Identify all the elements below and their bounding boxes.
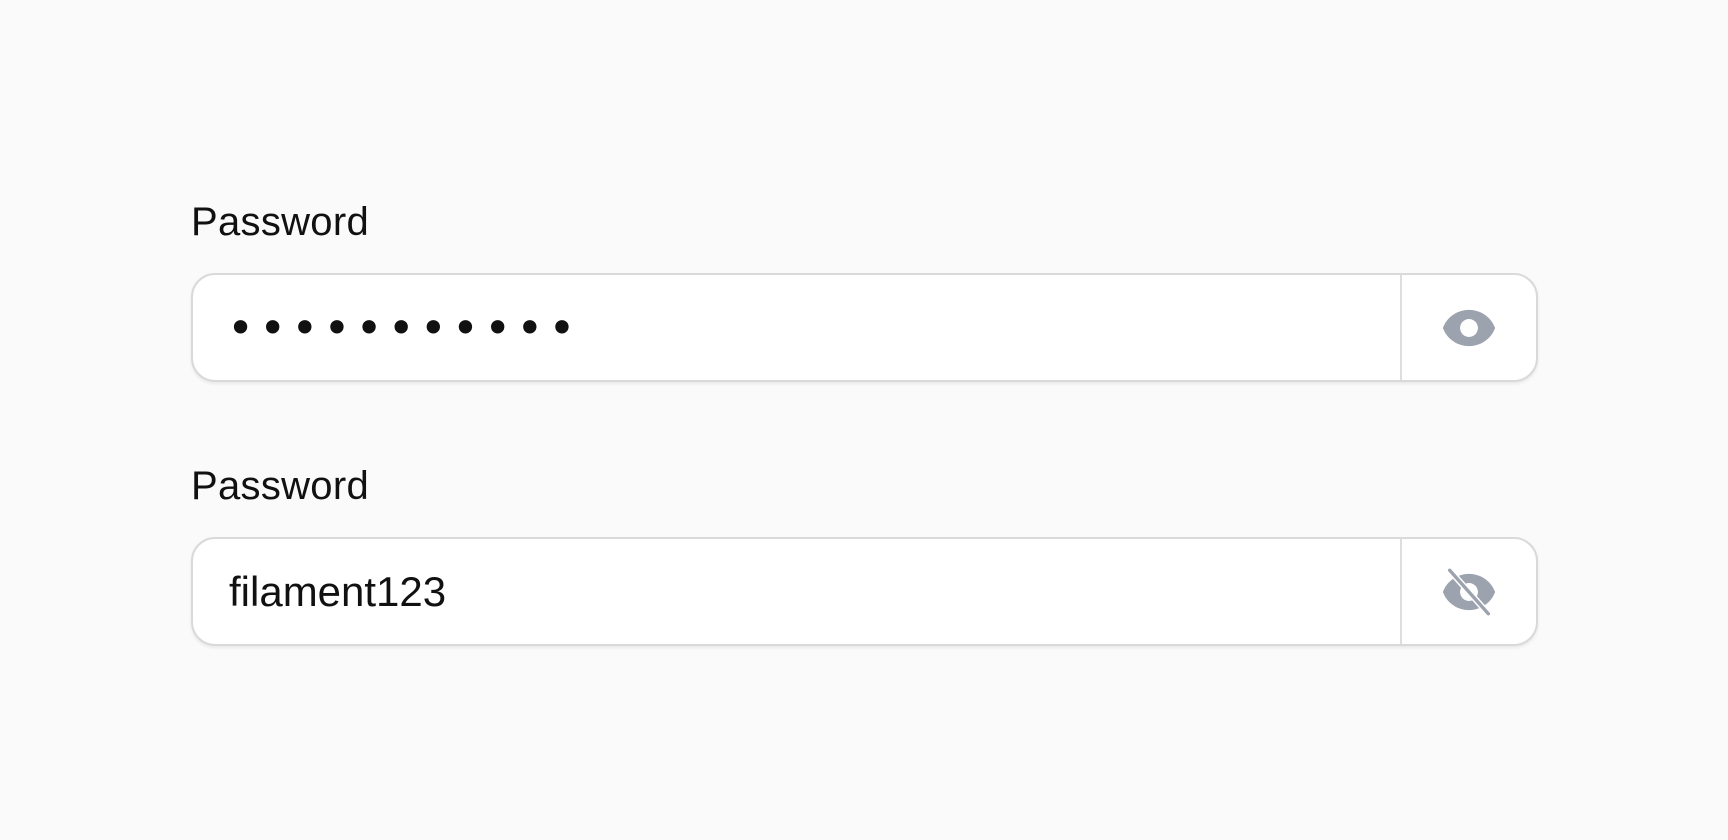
eye-icon (1440, 299, 1498, 357)
password-field-masked: Password ••••••••••• (191, 196, 1538, 382)
password-input-wrapper: filament123 (191, 537, 1538, 646)
password-input-wrapper: ••••••••••• (191, 273, 1538, 382)
hide-password-button[interactable] (1400, 539, 1536, 644)
password-field-revealed: Password filament123 (191, 460, 1538, 646)
password-label: Password (191, 200, 370, 244)
eye-slash-icon (1440, 563, 1498, 621)
password-input[interactable]: filament123 (193, 539, 1400, 644)
password-label: Password (191, 464, 370, 508)
show-password-button[interactable] (1400, 275, 1536, 380)
password-input[interactable]: ••••••••••• (193, 275, 1400, 380)
